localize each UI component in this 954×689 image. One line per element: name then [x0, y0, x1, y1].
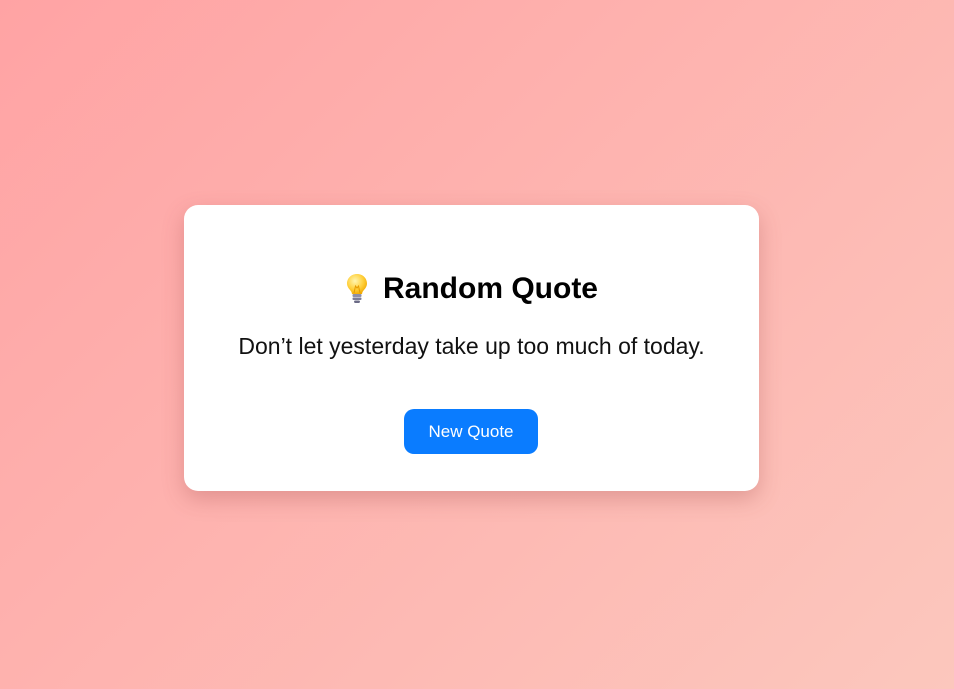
title-text: Random Quote — [383, 272, 598, 305]
quote-card: Random Quote Don’t let yesterday take up… — [184, 205, 759, 491]
quote-text: Don’t let yesterday take up too much of … — [238, 333, 705, 359]
card-title: Random Quote — [184, 271, 759, 307]
new-quote-button[interactable]: New Quote — [404, 409, 538, 454]
lightbulb-icon — [345, 273, 369, 305]
